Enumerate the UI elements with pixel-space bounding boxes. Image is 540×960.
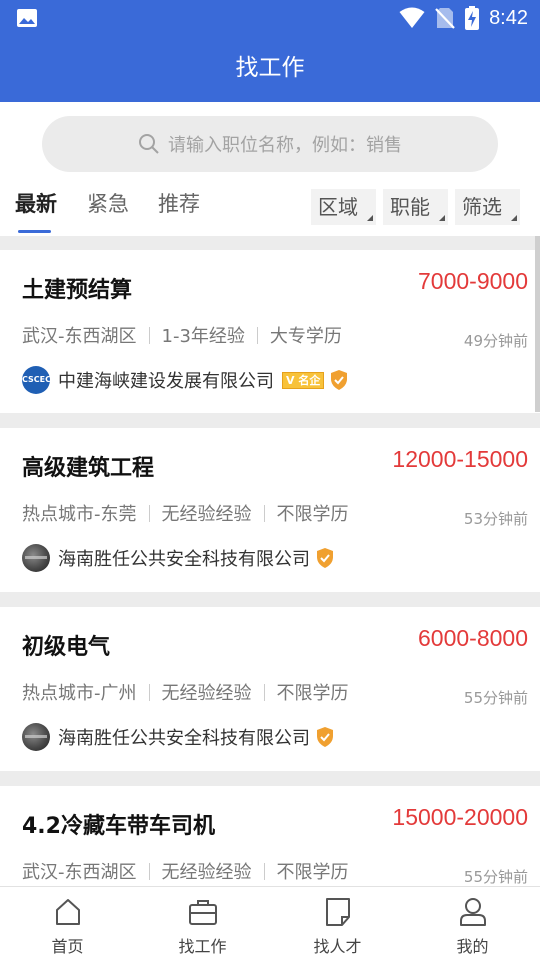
filter-region-button[interactable]: 区域 (311, 189, 376, 225)
nav-mine-label: 我的 (456, 937, 489, 956)
status-time: 8:42 (489, 6, 528, 29)
job-experience: 无经验经验 (161, 862, 252, 883)
company-name: 海南胜任公共安全科技有限公司 (58, 549, 310, 570)
scrollbar[interactable] (535, 236, 540, 412)
company-row: CSCEC 中建海峡建设发展有限公司 V 名企 (22, 366, 348, 394)
divider (256, 326, 258, 344)
app-bar: 找工作 (0, 36, 540, 102)
search-area: 请输入职位名称，例如：销售 (0, 102, 540, 180)
company-name: 中建海峡建设发展有限公司 (58, 371, 274, 392)
job-education: 不限学历 (276, 504, 349, 525)
job-salary: 7000-9000 (418, 268, 528, 294)
company-row: 海南胜任公共安全科技有限公司 (22, 723, 334, 751)
job-location: 武汉-东西湖区 (22, 326, 137, 347)
job-title: 高级建筑工程 (22, 456, 155, 481)
job-card[interactable]: 初级电气 6000-8000 热点城市-广州 无经验经验 不限学历 55分钟前 … (0, 607, 540, 771)
home-icon (56, 899, 80, 925)
job-salary: 6000-8000 (418, 625, 528, 651)
job-card[interactable]: 4.2冷藏车带车司机 15000-20000 武汉-东西湖区 无经验经验 不限学… (0, 786, 540, 886)
famous-company-badge-label: 名企 (298, 373, 321, 387)
search-icon (139, 134, 159, 154)
nav-find-talent-label: 找人才 (313, 937, 362, 956)
job-meta: 热点城市-东莞 无经验经验 不限学历 (22, 500, 349, 526)
job-location: 热点城市-广州 (22, 683, 137, 704)
job-meta: 武汉-东西湖区 1-3年经验 大专学历 (22, 322, 342, 348)
filter-more-button[interactable]: 筛选 (455, 189, 520, 225)
job-experience: 无经验经验 (161, 504, 252, 525)
company-logo (22, 723, 50, 751)
job-title: 4.2冷藏车带车司机 (22, 814, 215, 839)
person-icon (460, 898, 486, 926)
battery-charging-icon (465, 6, 480, 30)
job-title: 初级电气 (22, 635, 111, 660)
divider (263, 504, 265, 522)
bottom-nav: 首页 找工作 找人才 我的 (0, 886, 540, 960)
job-education: 不限学历 (276, 862, 349, 883)
verified-shield-icon (331, 370, 348, 390)
dropdown-triangle-icon (511, 215, 517, 221)
filter-function-button[interactable]: 职能 (383, 189, 448, 225)
status-bar: 8:42 (0, 0, 540, 36)
job-meta: 武汉-东西湖区 无经验经验 不限学历 (22, 858, 349, 884)
job-posted-time: 49分钟前 (463, 332, 528, 350)
nav-find-talent[interactable]: 找人才 (270, 887, 405, 960)
page-title: 找工作 (235, 55, 305, 81)
job-posted-time: 55分钟前 (463, 868, 528, 886)
tab-recommended[interactable]: 推荐 (158, 188, 200, 218)
document-icon (326, 898, 350, 926)
search-input[interactable]: 请输入职位名称，例如：销售 (42, 116, 498, 172)
filter-function-label: 职能 (390, 195, 430, 219)
filter-more-label: 筛选 (462, 195, 502, 219)
job-experience: 1-3年经验 (161, 326, 245, 347)
nav-home[interactable]: 首页 (0, 887, 135, 960)
nav-find-job[interactable]: 找工作 (135, 887, 270, 960)
company-logo (22, 544, 50, 572)
nav-mine[interactable]: 我的 (405, 887, 540, 960)
verified-shield-icon (317, 727, 333, 747)
tabs-bar: 最新 紧急 推荐 区域 职能 筛选 (0, 180, 540, 236)
divider (263, 862, 265, 880)
image-icon (17, 9, 37, 27)
job-experience: 无经验经验 (161, 683, 252, 704)
filter-region-label: 区域 (318, 195, 358, 219)
tab-urgent[interactable]: 紧急 (87, 188, 129, 218)
dropdown-triangle-icon (439, 215, 445, 221)
company-logo: CSCEC (22, 366, 50, 394)
divider (263, 683, 265, 701)
job-card[interactable]: 高级建筑工程 12000-15000 热点城市-东莞 无经验经验 不限学历 53… (0, 428, 540, 592)
dropdown-triangle-icon (367, 215, 373, 221)
divider (148, 862, 150, 880)
active-tab-indicator (18, 230, 51, 233)
job-meta: 热点城市-广州 无经验经验 不限学历 (22, 679, 349, 705)
briefcase-icon (189, 900, 217, 925)
job-location: 热点城市-东莞 (22, 504, 137, 525)
job-posted-time: 53分钟前 (463, 510, 528, 528)
nav-find-job-label: 找工作 (178, 937, 227, 956)
famous-company-badge: V 名企 (282, 371, 325, 389)
job-education: 大专学历 (269, 326, 342, 347)
divider (148, 504, 150, 522)
job-title: 土建预结算 (22, 278, 133, 303)
tab-latest[interactable]: 最新 (15, 188, 57, 218)
search-placeholder: 请输入职位名称，例如：销售 (168, 135, 402, 156)
job-salary: 12000-15000 (392, 446, 528, 472)
verified-shield-icon (317, 548, 333, 568)
job-card[interactable]: 土建预结算 7000-9000 武汉-东西湖区 1-3年经验 大专学历 49分钟… (0, 250, 540, 413)
divider (148, 326, 150, 344)
company-name: 海南胜任公共安全科技有限公司 (58, 728, 310, 749)
wifi-icon (399, 7, 425, 28)
job-location: 武汉-东西湖区 (22, 862, 137, 883)
company-row: 海南胜任公共安全科技有限公司 (22, 544, 334, 572)
job-posted-time: 55分钟前 (463, 689, 528, 707)
divider (148, 683, 150, 701)
job-salary: 15000-20000 (392, 804, 528, 830)
job-education: 不限学历 (276, 683, 349, 704)
no-sim-icon (435, 8, 455, 29)
nav-home-label: 首页 (51, 937, 84, 956)
